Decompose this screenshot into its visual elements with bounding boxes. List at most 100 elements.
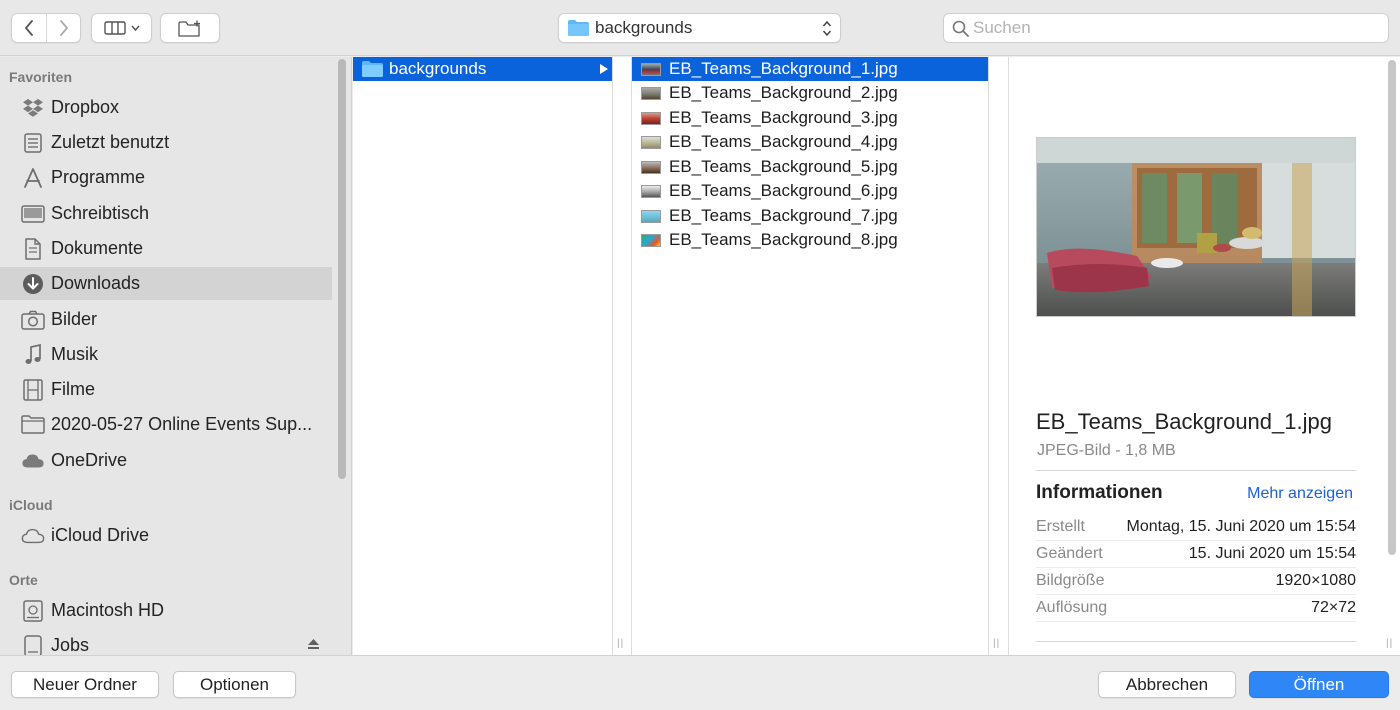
preview-filename: EB_Teams_Background_1.jpg <box>1036 409 1332 434</box>
sidebar-item-onedrive[interactable]: OneDrive <box>0 444 332 477</box>
list-item[interactable]: EB_Teams_Background_3.jpg <box>632 106 988 130</box>
list-item[interactable]: EB_Teams_Background_7.jpg <box>632 204 988 228</box>
list-item-label: EB_Teams_Background_5.jpg <box>669 157 898 176</box>
list-item[interactable]: EB_Teams_Background_4.jpg <box>632 130 988 154</box>
column-2-gutter: || <box>989 57 1008 655</box>
sidebar-item-jobs[interactable]: Jobs <box>0 629 332 655</box>
sidebar-item-label: Macintosh HD <box>51 600 165 620</box>
sidebar-item-documents[interactable]: Dokumente <box>0 232 332 265</box>
image-thumbnail-icon <box>641 135 661 149</box>
chevron-down-icon <box>130 25 140 31</box>
eject-icon[interactable] <box>307 638 320 650</box>
sidebar-item-label: iCloud Drive <box>51 525 150 545</box>
chevron-left-icon <box>25 20 33 36</box>
list-item-label: EB_Teams_Background_7.jpg <box>669 206 898 225</box>
cancel-button[interactable]: Abbrechen <box>1098 671 1236 698</box>
list-item-label: EB_Teams_Background_4.jpg <box>669 132 898 151</box>
list-item[interactable]: EB_Teams_Background_5.jpg <box>632 155 988 179</box>
music-note-icon <box>21 343 45 367</box>
info-key: Geändert <box>1036 545 1103 562</box>
recents-icon <box>21 131 45 155</box>
list-item[interactable]: EB_Teams_Background_2.jpg <box>632 81 988 105</box>
downloads-icon <box>21 272 45 296</box>
info-row: Auflösung 72×72 <box>1036 595 1356 622</box>
options-button[interactable]: Optionen <box>173 671 296 698</box>
preview-file-type: JPEG-Bild - 1,8 MB <box>1037 442 1176 459</box>
folder-icon <box>362 61 383 77</box>
documents-icon <box>21 237 45 261</box>
preview-pane: EB_Teams_Background_1.jpg JPEG-Bild - 1,… <box>1008 57 1400 655</box>
list-item-label: EB_Teams_Background_8.jpg <box>669 230 898 249</box>
sidebar-item-online-events-folder[interactable]: 2020-05-27 Online Events Sup... <box>0 408 332 441</box>
sidebar-item-recents[interactable]: Zuletzt benutzt <box>0 126 332 159</box>
section-header-places: Orte <box>9 572 38 588</box>
info-key: Bildgröße <box>1036 572 1105 589</box>
divider <box>1036 470 1356 471</box>
sidebar-item-label: Filme <box>51 379 95 399</box>
sidebar-item-downloads[interactable]: Downloads <box>0 267 332 300</box>
list-item-label: EB_Teams_Background_2.jpg <box>669 83 898 102</box>
divider <box>1036 641 1356 642</box>
sidebar-item-desktop[interactable]: Schreibtisch <box>0 197 332 230</box>
list-item[interactable]: EB_Teams_Background_1.jpg <box>632 57 988 81</box>
sidebar-item-pictures[interactable]: Bilder <box>0 303 332 336</box>
sidebar-item-label: Bilder <box>51 309 98 329</box>
image-thumbnail-icon <box>641 184 661 198</box>
open-button[interactable]: Öffnen <box>1249 671 1389 698</box>
column-resize-handle[interactable]: || <box>993 638 1000 649</box>
bottom-bar: Neuer Ordner Optionen Abbrechen Öffnen <box>0 655 1400 710</box>
sidebar-item-label: Dropbox <box>51 97 120 117</box>
view-mode-button[interactable] <box>91 13 152 43</box>
sidebar-item-macintosh-hd[interactable]: Macintosh HD <box>0 594 332 627</box>
image-thumbnail-icon <box>641 62 661 76</box>
toolbar: backgrounds <box>0 0 1400 56</box>
new-folder-toolbar-button[interactable] <box>160 13 220 43</box>
list-item-label: EB_Teams_Background_3.jpg <box>669 108 898 127</box>
external-drive-icon <box>21 634 45 655</box>
list-item[interactable]: EB_Teams_Background_8.jpg <box>632 228 988 252</box>
back-button[interactable] <box>12 14 46 42</box>
folder-icon <box>21 413 45 437</box>
image-thumbnail-icon <box>641 111 661 125</box>
film-icon <box>21 378 45 402</box>
new-folder-button[interactable]: Neuer Ordner <box>11 671 159 698</box>
list-item-label: EB_Teams_Background_1.jpg <box>669 59 898 78</box>
sidebar-item-label: Downloads <box>51 273 141 293</box>
sidebar: Favoriten Dropbox Zuletzt benutzt Progra… <box>0 57 352 655</box>
sidebar-item-label: 2020-05-27 Online Events Sup... <box>51 414 313 434</box>
sidebar-item-movies[interactable]: Filme <box>0 373 332 406</box>
list-item[interactable]: backgrounds <box>353 57 612 81</box>
list-item[interactable]: EB_Teams_Background_6.jpg <box>632 179 988 203</box>
sidebar-item-label: Schreibtisch <box>51 203 150 223</box>
column-1-gutter: || <box>613 57 631 655</box>
sidebar-item-icloud-drive[interactable]: iCloud Drive <box>0 519 332 552</box>
info-section-title: Informationen <box>1036 482 1163 503</box>
new-folder-icon <box>178 20 200 37</box>
show-more-link[interactable]: Mehr anzeigen <box>1247 485 1353 503</box>
image-preview <box>1036 137 1356 317</box>
up-down-arrows-icon <box>822 20 832 37</box>
disclosure-arrow-icon <box>600 64 608 74</box>
desktop-icon <box>21 202 45 226</box>
sidebar-item-label: OneDrive <box>51 450 128 470</box>
path-popup[interactable]: backgrounds <box>558 13 841 43</box>
folder-icon <box>568 20 589 36</box>
forward-button[interactable] <box>46 14 80 42</box>
search-input[interactable] <box>973 18 1353 38</box>
search-field[interactable] <box>943 13 1389 43</box>
preview-scrollbar[interactable] <box>1388 60 1396 555</box>
sidebar-item-label: Programme <box>51 167 146 187</box>
column-1: backgrounds <box>353 57 613 655</box>
sidebar-item-music[interactable]: Musik <box>0 338 332 371</box>
cloud-icon <box>21 449 45 473</box>
sidebar-item-dropbox[interactable]: Dropbox <box>0 91 332 124</box>
sidebar-item-label: Zuletzt benutzt <box>51 132 170 152</box>
column-resize-handle[interactable]: || <box>617 638 624 649</box>
info-value: 72×72 <box>1311 599 1356 616</box>
info-value: Montag, 15. Juni 2020 um 15:54 <box>1126 518 1357 535</box>
sidebar-scrollbar[interactable] <box>338 59 346 479</box>
section-header-icloud: iCloud <box>9 497 53 513</box>
image-thumbnail-icon <box>641 233 661 247</box>
dropbox-icon <box>21 96 45 120</box>
sidebar-item-applications[interactable]: Programme <box>0 161 332 194</box>
